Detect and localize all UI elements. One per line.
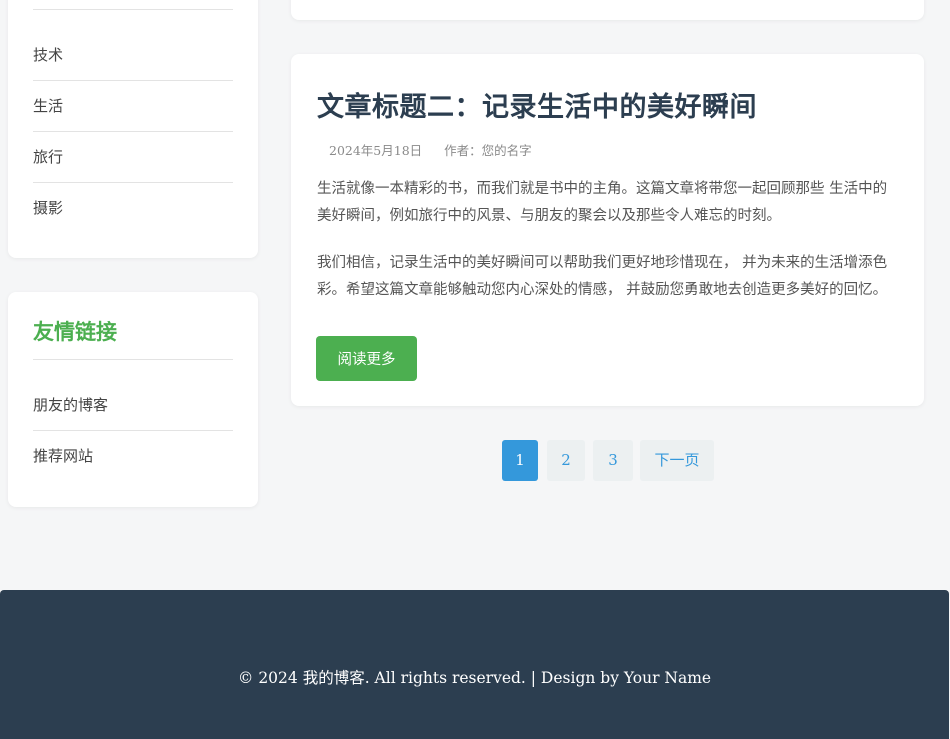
footer-copyright: © 2024 我的博客. All rights reserved. | Desi… (237, 669, 712, 687)
category-list: 技术 生活 旅行 摄影 (33, 30, 233, 233)
footer: © 2024 我的博客. All rights reserved. | Desi… (0, 590, 949, 739)
article-card-previous (291, 0, 924, 20)
friend-links-list: 朋友的博客 推荐网站 (33, 380, 233, 481)
category-item-life[interactable]: 生活 (33, 81, 233, 132)
article-card: 文章标题二：记录生活中的美好瞬间 2024年5月18日 作者：您的名字 生活就像… (291, 54, 924, 406)
article-date: 2024年5月18日 (329, 143, 423, 158)
next-page-button[interactable]: 下一页 (640, 440, 714, 481)
article-title[interactable]: 文章标题二：记录生活中的美好瞬间 (317, 85, 757, 124)
category-item-travel[interactable]: 旅行 (33, 132, 233, 183)
article-author: 作者：您的名字 (444, 143, 532, 158)
friend-link-item[interactable]: 推荐网站 (33, 431, 233, 481)
article-paragraph: 生活就像一本精彩的书，而我们就是书中的主角。这篇文章将带您一起回顾那些 生活中的… (317, 181, 888, 224)
page-button-1[interactable]: 1 (502, 440, 538, 481)
page-button-2[interactable]: 2 (547, 440, 585, 481)
page-button-3[interactable]: 3 (593, 440, 633, 481)
friend-link-item[interactable]: 朋友的博客 (33, 380, 233, 431)
divider (33, 9, 233, 10)
category-item-photography[interactable]: 摄影 (33, 183, 233, 233)
article-paragraph: 我们相信，记录生活中的美好瞬间可以帮助我们更好地珍惜现在， 并为未来的生活增添色… (317, 255, 888, 298)
friend-links-title: 友情链接 (33, 319, 117, 344)
read-more-button[interactable]: 阅读更多 (316, 336, 417, 381)
category-item-tech[interactable]: 技术 (33, 30, 233, 81)
categories-card: 技术 生活 旅行 摄影 (8, 0, 258, 258)
divider (33, 359, 233, 360)
friend-links-card: 友情链接 朋友的博客 推荐网站 (8, 292, 258, 507)
article-meta: 2024年5月18日 作者：您的名字 (329, 140, 550, 159)
